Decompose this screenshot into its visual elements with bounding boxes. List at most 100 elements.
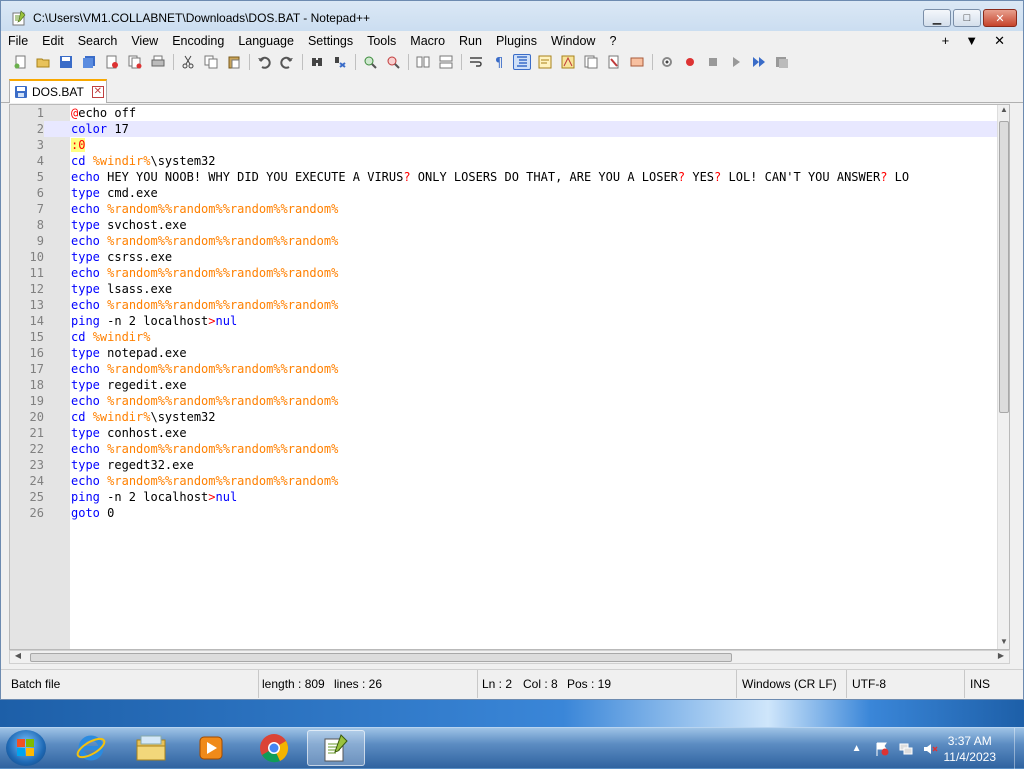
show-hidden-icons-icon[interactable]: ▲ (852, 743, 862, 754)
editor-line[interactable]: 15 cd %windir% (10, 329, 998, 345)
editor-line[interactable]: 20 cd %windir%\system32 (10, 409, 998, 425)
copy-icon[interactable] (202, 54, 220, 70)
editor-line[interactable]: 7 echo %random%%random%%random%%random% (10, 201, 998, 217)
save-macro-icon[interactable] (750, 54, 768, 70)
redo-icon[interactable] (278, 54, 296, 70)
new-file-icon[interactable] (11, 54, 29, 70)
scroll-down-icon[interactable]: ▼ (998, 637, 1009, 649)
menu-macro[interactable]: Macro (403, 31, 452, 51)
indent-guide-icon[interactable] (513, 54, 531, 70)
editor-line[interactable]: 1 @echo off (10, 105, 998, 121)
editor-line[interactable]: 24 echo %random%%random%%random%%random% (10, 473, 998, 489)
menu-run[interactable]: Run (452, 31, 489, 51)
zoom-out-icon[interactable] (384, 54, 402, 70)
function-list-icon[interactable] (582, 54, 600, 70)
editor-line[interactable]: 13 echo %random%%random%%random%%random% (10, 297, 998, 313)
menu-window[interactable]: Window (544, 31, 602, 51)
find-icon[interactable] (308, 54, 326, 70)
editor-line[interactable]: 21 type conhost.exe (10, 425, 998, 441)
editor-line[interactable]: 4 cd %windir%\system32 (10, 153, 998, 169)
print-icon[interactable] (149, 54, 167, 70)
editor-line[interactable]: 10 type csrss.exe (10, 249, 998, 265)
scroll-up-icon[interactable]: ▲ (998, 105, 1009, 117)
file-explorer-icon[interactable] (122, 730, 180, 766)
scroll-left-icon[interactable]: ◀ (12, 651, 24, 663)
show-desktop-button[interactable] (1014, 728, 1024, 769)
paste-icon[interactable] (225, 54, 243, 70)
menu-language[interactable]: Language (231, 31, 301, 51)
editor-line[interactable]: 6 type cmd.exe (10, 185, 998, 201)
replace-icon[interactable] (331, 54, 349, 70)
menu-view[interactable]: View (124, 31, 165, 51)
disk-macro-icon[interactable] (773, 54, 791, 70)
save-all-icon[interactable] (80, 54, 98, 70)
menu-search[interactable]: Search (71, 31, 125, 51)
close-tab-x-button[interactable]: ✕ (986, 31, 1013, 51)
monitor-icon[interactable] (628, 54, 646, 70)
menu-plugins[interactable]: Plugins (489, 31, 544, 51)
zoom-in-icon[interactable] (361, 54, 379, 70)
menu-encoding[interactable]: Encoding (165, 31, 231, 51)
clock[interactable]: 3:37 AM 11/4/2023 (944, 733, 997, 765)
editor-line[interactable]: 5 echo HEY YOU NOOB! WHY DID YOU EXECUTE … (10, 169, 998, 185)
code-editor[interactable]: 1 @echo off 2 color 17 3:0 4 cd %windir%\syste… (9, 104, 1010, 650)
editor-line[interactable]: 25 ping -n 2 localhost>nul (10, 489, 998, 505)
record-macro-icon[interactable] (658, 54, 676, 70)
internet-explorer-icon[interactable] (62, 730, 120, 766)
editor-line[interactable]: 16 type notepad.exe (10, 345, 998, 361)
sync-v-icon[interactable] (414, 54, 432, 70)
editor-line[interactable]: 23 type regedt32.exe (10, 457, 998, 473)
chrome-icon[interactable] (245, 730, 303, 766)
close-window-button[interactable]: ✕ (983, 9, 1017, 27)
scroll-right-icon[interactable]: ▶ (995, 651, 1007, 663)
editor-line[interactable]: 12 type lsass.exe (10, 281, 998, 297)
editor-line[interactable]: 26 goto 0 (10, 505, 998, 521)
start-orb-icon[interactable] (6, 730, 46, 766)
title-bar[interactable]: C:\Users\VM1.COLLABNET\Downloads\DOS.BAT… (1, 1, 1023, 35)
undo-icon[interactable] (255, 54, 273, 70)
menu-file[interactable]: File (1, 31, 35, 51)
tab-dos-bat[interactable]: DOS.BAT ✕ (9, 79, 107, 103)
editor-line[interactable]: 3:0 (10, 137, 998, 153)
editor-line[interactable]: 11 echo %random%%random%%random%%random% (10, 265, 998, 281)
vertical-scroll-thumb[interactable] (999, 121, 1009, 413)
udl-icon[interactable] (536, 54, 554, 70)
sync-h-icon[interactable] (437, 54, 455, 70)
new-tab-plus-button[interactable]: + (934, 31, 958, 51)
horizontal-scrollbar[interactable]: ◀ ▶ (9, 650, 1010, 664)
word-wrap-icon[interactable] (467, 54, 485, 70)
vertical-scrollbar[interactable]: ▲ ▼ (997, 105, 1009, 649)
volume-muted-icon[interactable] (922, 741, 938, 757)
tab-list-dropdown-button[interactable]: ▼ (957, 31, 986, 51)
editor-line[interactable]: 8 type svchost.exe (10, 217, 998, 233)
minimize-button[interactable]: ▁ (923, 9, 951, 27)
menu-edit[interactable]: Edit (35, 31, 71, 51)
menu-settings[interactable]: Settings (301, 31, 360, 51)
cut-icon[interactable] (179, 54, 197, 70)
network-icon[interactable] (898, 741, 914, 757)
maximize-button[interactable]: □ (953, 9, 981, 27)
editor-line[interactable]: 17 echo %random%%random%%random%%random% (10, 361, 998, 377)
horizontal-scroll-thumb[interactable] (30, 653, 732, 662)
show-all-chars-icon[interactable]: ¶ (490, 54, 508, 70)
menu-tools[interactable]: Tools (360, 31, 403, 51)
editor-line[interactable]: 22 echo %random%%random%%random%%random% (10, 441, 998, 457)
notepad-plus-plus-taskbar-button[interactable] (307, 730, 365, 766)
close-all-icon[interactable] (126, 54, 144, 70)
doc-map-icon[interactable] (559, 54, 577, 70)
editor-line[interactable]: 18 type regedit.exe (10, 377, 998, 393)
folder-workspace-icon[interactable] (605, 54, 623, 70)
editor-line[interactable]: 19 echo %random%%random%%random%%random% (10, 393, 998, 409)
close-icon[interactable] (103, 54, 121, 70)
media-player-icon[interactable] (182, 730, 240, 766)
editor-line[interactable]: 9 echo %random%%random%%random%%random% (10, 233, 998, 249)
editor-line[interactable]: 2 color 17 (10, 121, 998, 137)
tab-close-icon[interactable]: ✕ (91, 86, 104, 98)
open-file-icon[interactable] (34, 54, 52, 70)
save-icon[interactable] (57, 54, 75, 70)
menu-help[interactable]: ? (602, 31, 623, 51)
action-center-flag-icon[interactable] (874, 741, 890, 757)
play-macro-icon[interactable] (704, 54, 722, 70)
stop-record-icon[interactable] (681, 54, 699, 70)
editor-line[interactable]: 14 ping -n 2 localhost>nul (10, 313, 998, 329)
